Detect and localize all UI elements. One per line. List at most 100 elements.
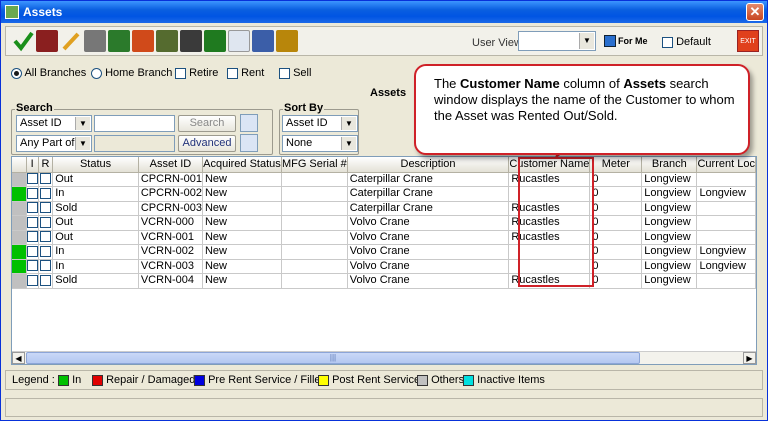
cell-acquired: New — [202, 273, 282, 289]
advanced-button[interactable]: Advanced — [178, 135, 236, 152]
cell-branch: Longview — [641, 186, 698, 202]
row-checkbox-i[interactable] — [26, 201, 39, 216]
sort-field-select[interactable]: Asset ID ▼ — [282, 115, 358, 132]
check-icon[interactable] — [12, 30, 34, 52]
row-checkbox-r[interactable] — [38, 230, 54, 245]
user-icon[interactable] — [228, 30, 250, 52]
row-checkbox-r[interactable] — [38, 215, 54, 231]
table-row[interactable]: In VCRN-003 New Volvo Crane 0 Longview Longvie… — [12, 259, 756, 274]
pencil-icon[interactable] — [60, 30, 82, 52]
cell-serial — [281, 259, 348, 274]
legend-item: Pre Rent Service / Filled — [194, 374, 327, 386]
radio-home-branch[interactable]: Home Branch — [91, 67, 172, 79]
tools-icon[interactable] — [276, 30, 298, 52]
row-checkbox-i[interactable] — [26, 215, 39, 231]
column-header[interactable] — [12, 157, 27, 173]
match-select[interactable]: Any Part of ... ▼ — [16, 135, 92, 152]
assets-table: I R Status Asset ID Acquired Status MFG Seria… — [11, 156, 757, 365]
cell-location: Longview — [696, 244, 756, 260]
status-color-marker — [12, 259, 27, 274]
cell-description: Caterpillar Crane — [347, 201, 510, 216]
search-input[interactable] — [94, 115, 175, 132]
status-color-marker — [12, 201, 27, 216]
row-checkbox-r[interactable] — [38, 244, 54, 260]
table-row[interactable]: Sold VCRN-004 New Volvo Crane Rucastles 0 Long… — [12, 273, 756, 289]
retire-checkbox[interactable]: Retire — [175, 67, 218, 79]
default-checkbox[interactable]: Default — [662, 36, 711, 48]
warehouse-icon[interactable] — [180, 30, 202, 52]
cell-status: In — [52, 259, 139, 274]
cell-meter: 0 — [589, 259, 643, 274]
row-checkbox-r[interactable] — [38, 201, 54, 216]
table-row[interactable]: Out CPCRN-001 New Caterpillar Crane Rucastle… — [12, 172, 756, 187]
table-row[interactable]: In VCRN-002 New Volvo Crane 0 Longview Longvie… — [12, 244, 756, 260]
scroll-right-icon[interactable]: ▶ — [743, 352, 756, 364]
binoculars-icon[interactable] — [240, 114, 258, 132]
row-checkbox-i[interactable] — [26, 230, 39, 245]
row-checkbox-i[interactable] — [26, 172, 39, 187]
transfer-icon[interactable] — [156, 30, 178, 52]
user-view-select[interactable]: ▼ — [518, 31, 596, 51]
chevron-down-icon[interactable]: ▼ — [579, 33, 594, 49]
cell-branch: Longview — [641, 215, 698, 231]
status-color-marker — [12, 186, 27, 202]
sort-order-select[interactable]: None ▼ — [282, 135, 358, 152]
column-header[interactable]: I — [26, 157, 39, 173]
scroll-left-icon[interactable]: ◀ — [12, 352, 25, 364]
cell-asset-id: VCRN-000 — [138, 215, 203, 231]
advanced-search-icon[interactable] — [240, 134, 258, 152]
row-checkbox-r[interactable] — [38, 259, 54, 274]
cell-branch: Longview — [641, 172, 698, 187]
row-checkbox-r[interactable] — [38, 186, 54, 202]
scroll-thumb[interactable]: ||| — [26, 352, 640, 364]
legend-item-label: Post Rent Service — [332, 374, 421, 386]
column-header[interactable]: R — [38, 157, 54, 173]
table-row[interactable]: Out VCRN-001 New Volvo Crane Rucastles 0 Longv… — [12, 230, 756, 245]
sell-checkbox[interactable]: Sell — [279, 67, 311, 79]
column-header[interactable]: Acquired Status — [202, 157, 282, 173]
status-color-marker — [12, 172, 27, 187]
row-checkbox-i[interactable] — [26, 259, 39, 274]
exit-button[interactable]: EXIT — [737, 30, 759, 52]
legend-bar: Legend : In Repair / Damaged Pre Rent Se… — [5, 370, 763, 390]
for-me-button[interactable]: For Me — [603, 32, 655, 50]
column-header[interactable]: Asset ID — [138, 157, 203, 173]
report-icon[interactable] — [252, 30, 274, 52]
horizontal-scrollbar[interactable]: ◀ ||| ▶ — [12, 351, 756, 364]
cell-description: Volvo Crane — [347, 215, 510, 231]
row-checkbox-r[interactable] — [38, 172, 54, 187]
cell-serial — [281, 172, 348, 187]
asset-icon[interactable] — [108, 30, 130, 52]
shapes-icon[interactable] — [132, 30, 154, 52]
sort-group: Sort By Asset ID ▼ None ▼ — [279, 102, 359, 155]
rent-checkbox[interactable]: Rent — [227, 67, 264, 79]
search-field-select[interactable]: Asset ID ▼ — [16, 115, 92, 132]
table-row[interactable]: Sold CPCRN-003 New Caterpillar Crane Rucastl… — [12, 201, 756, 216]
green-box-icon[interactable] — [204, 30, 226, 52]
cell-meter: 0 — [589, 186, 643, 202]
table-row[interactable]: In CPCRN-002 New Caterpillar Crane 0 Longview… — [12, 186, 756, 202]
row-checkbox-i[interactable] — [26, 244, 39, 260]
column-header[interactable]: Branch — [641, 157, 698, 173]
cell-acquired: New — [202, 201, 282, 216]
search-button[interactable]: Search — [178, 115, 236, 132]
save-icon — [604, 35, 616, 47]
row-checkbox-i[interactable] — [26, 273, 39, 289]
status-bar — [5, 398, 763, 417]
column-header[interactable]: MFG Serial # — [281, 157, 348, 173]
cell-asset-id: CPCRN-003 — [138, 201, 203, 216]
row-checkbox-r[interactable] — [38, 273, 54, 289]
document-icon[interactable] — [84, 30, 106, 52]
calculator-icon[interactable] — [36, 30, 58, 52]
radio-all-branches[interactable]: All Branches — [11, 67, 86, 79]
cell-branch: Longview — [641, 201, 698, 216]
column-header[interactable]: Description — [347, 157, 510, 173]
column-header[interactable]: Status — [52, 157, 139, 173]
cell-location: Longview — [696, 186, 756, 202]
cell-branch: Longview — [641, 259, 698, 274]
close-button[interactable]: ✕ — [746, 3, 764, 21]
column-header[interactable]: Current Loc — [696, 157, 756, 173]
table-row[interactable]: Out VCRN-000 New Volvo Crane Rucastles 0 Longv… — [12, 215, 756, 231]
row-checkbox-i[interactable] — [26, 186, 39, 202]
cell-acquired: New — [202, 215, 282, 231]
